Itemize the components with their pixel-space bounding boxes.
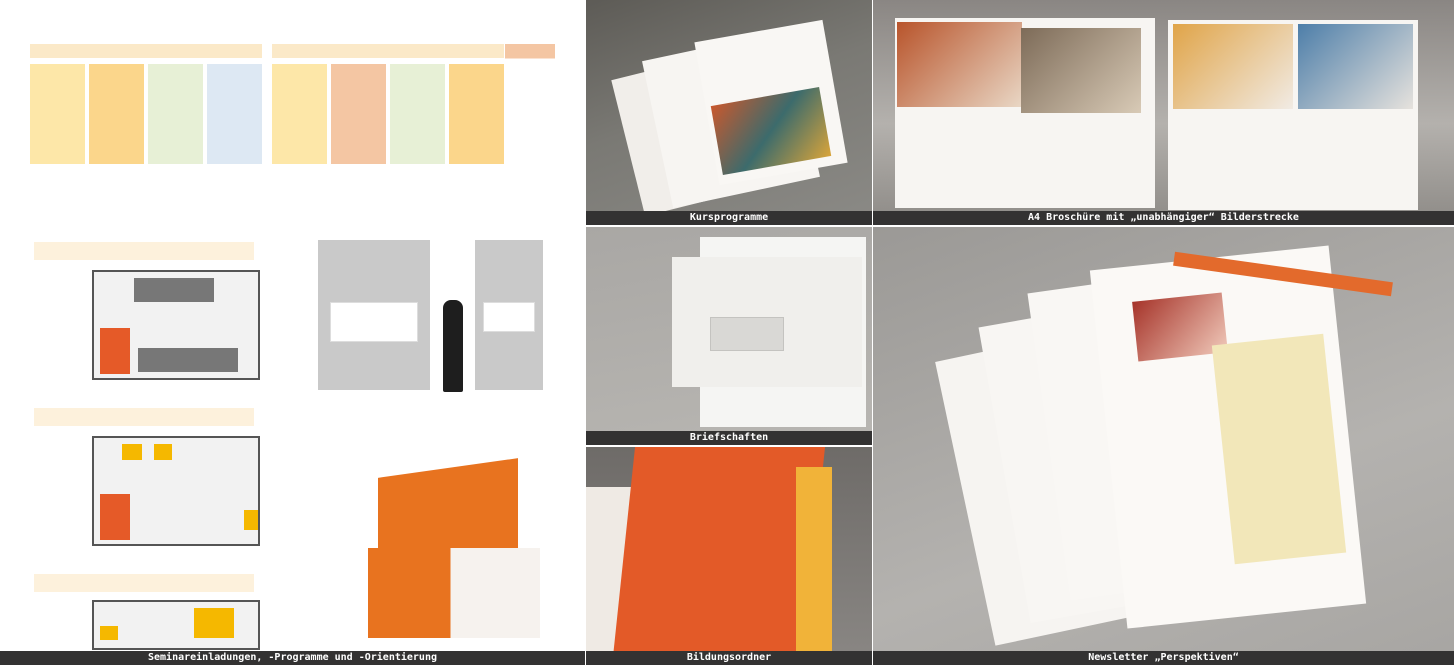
orange-folder-open (368, 548, 540, 638)
schedule-sidebar (505, 44, 555, 164)
schedule-page-right (272, 44, 504, 174)
floor-label-e4 (34, 242, 254, 260)
photo-newsletter: Newsletter „Perspektiven“ (873, 227, 1454, 665)
caption-seminar: Seminareinladungen, -Programme und -Orie… (0, 651, 585, 665)
photo-briefschaften: Briefschaften (586, 227, 872, 445)
caption-newsletter: Newsletter „Perspektiven“ (873, 651, 1454, 665)
floor-plan-e2 (92, 600, 260, 650)
seminar-collage: Seminareinladungen, -Programme und -Orie… (0, 0, 585, 665)
photo-kursprogramme: Kursprogramme (586, 0, 872, 225)
caption-bildungsordner: Bildungsordner (586, 651, 872, 665)
display-panel-left (318, 240, 430, 390)
photo-bildungsordner: Bildungsordner (586, 447, 872, 665)
floor-plan-e4 (92, 270, 260, 380)
floor-plan-e3 (92, 436, 260, 546)
person-silhouette (443, 300, 463, 392)
caption-kursprogramme: Kursprogramme (586, 211, 872, 225)
schedule-page-left (30, 44, 262, 174)
floor-label-e2 (34, 574, 254, 592)
caption-briefschaften: Briefschaften (586, 431, 872, 445)
floor-label-e3 (34, 408, 254, 426)
photo-a4-broschuere: A4 Broschüre mit „unabhängiger“ Bilderst… (873, 0, 1454, 225)
caption-a4-broschuere: A4 Broschüre mit „unabhängiger“ Bilderst… (873, 211, 1454, 225)
display-panel-right (475, 240, 543, 390)
